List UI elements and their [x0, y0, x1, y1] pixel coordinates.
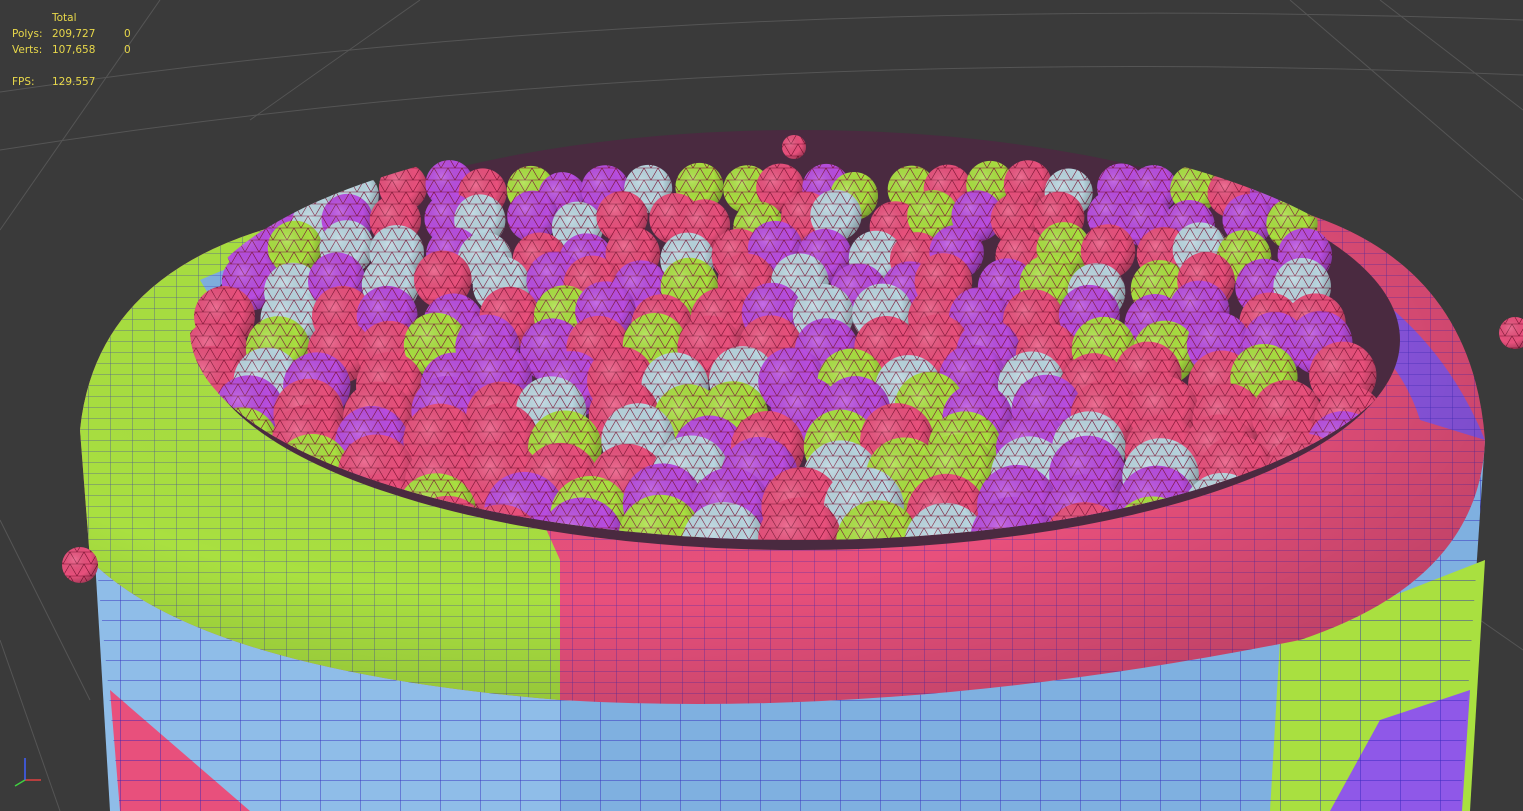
axis-gizmo-icon	[14, 758, 41, 787]
stray-ball-detail	[782, 135, 806, 159]
stray-ball-detail	[1499, 317, 1523, 349]
stray-ball-detail	[62, 547, 98, 583]
ball-wireframe	[255, 166, 304, 215]
scene-canvas[interactable]	[0, 0, 1523, 811]
ball[interactable]	[255, 166, 304, 215]
3d-viewport[interactable]: Total Polys: 209,727 0 Verts: 107,658 0 …	[0, 0, 1523, 811]
ball-shading	[255, 166, 304, 215]
